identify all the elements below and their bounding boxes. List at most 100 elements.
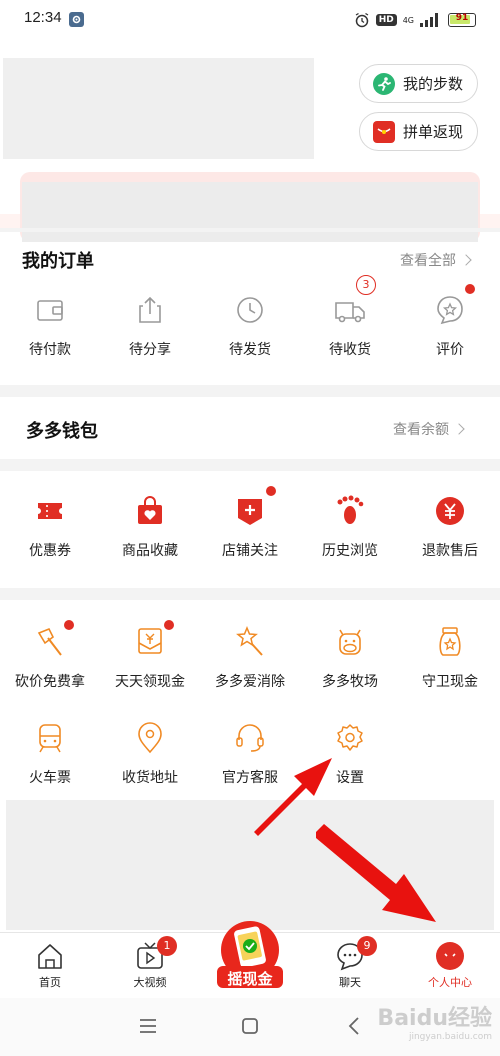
status-bar: 12:34 HD 4G 91	[0, 0, 500, 40]
my-steps-button[interactable]: 我的步数	[359, 64, 478, 103]
service-label: 收货地址	[122, 770, 178, 786]
store-follow-dot	[266, 486, 276, 496]
tab-label: 个人中心	[428, 976, 472, 989]
service-bargain[interactable]: 砍价免费拿	[0, 620, 100, 691]
tab-profile[interactable]: 个人中心	[400, 933, 500, 999]
divider	[0, 459, 500, 471]
back-icon[interactable]	[347, 1016, 361, 1036]
pending-receipt-badge: 3	[356, 275, 376, 295]
share-icon	[133, 293, 167, 327]
shake-cash-button[interactable]: 摇现金	[216, 920, 284, 992]
refund-icon	[433, 494, 467, 528]
favorite-bag-icon	[133, 494, 167, 528]
service-match-game[interactable]: 多多爱消除	[200, 625, 300, 691]
view-all-orders-label: 查看全部	[400, 253, 456, 269]
settings-gear-icon	[333, 721, 367, 755]
shortcut-refunds[interactable]: 退款售后	[400, 494, 500, 560]
service-customer-support[interactable]: 官方客服	[200, 721, 300, 787]
profile-info-redacted	[3, 58, 314, 159]
running-icon	[373, 72, 395, 95]
banner-redacted	[6, 800, 494, 930]
shake-cash-label: 摇现金	[227, 970, 273, 988]
video-badge: 1	[157, 936, 177, 956]
daily-cash-dot	[164, 620, 174, 630]
service-label: 多多爱消除	[215, 674, 285, 690]
tab-label: 聊天	[339, 976, 361, 989]
service-label: 火车票	[29, 770, 71, 786]
tab-label: 大视频	[133, 976, 167, 989]
service-label: 砍价免费拿	[15, 674, 85, 690]
service-address[interactable]: 收货地址	[100, 721, 200, 787]
wallet-icon	[33, 293, 67, 327]
chevron-right-icon	[460, 254, 472, 266]
wallet-title: 多多钱包	[26, 421, 98, 442]
my-steps-label: 我的步数	[403, 75, 464, 93]
order-item-label: 评价	[436, 342, 464, 358]
alarm-icon	[355, 12, 369, 28]
shortcut-label: 历史浏览	[322, 543, 378, 559]
status-time: 12:34	[24, 9, 62, 26]
video-icon: 1	[135, 936, 177, 971]
shortcut-favorites[interactable]: 商品收藏	[100, 494, 200, 560]
divider	[0, 588, 500, 600]
service-settings[interactable]: 设置	[300, 721, 400, 787]
status-icons: HD 4G 91	[354, 10, 476, 30]
footprint-icon	[333, 494, 367, 528]
headset-icon	[233, 721, 267, 755]
tab-label: 首页	[39, 976, 61, 989]
tab-chat[interactable]: 9 聊天	[300, 933, 400, 999]
order-item-label: 待收货	[329, 342, 371, 358]
bargain-dot	[64, 620, 74, 630]
chevron-right-icon	[453, 423, 465, 435]
star-wand-icon	[233, 625, 267, 659]
group-refund-label: 拼单返现	[403, 123, 464, 141]
service-train-tickets[interactable]: 火车票	[0, 721, 100, 787]
shortcut-coupons[interactable]: 优惠券	[0, 494, 100, 560]
location-icon	[133, 721, 167, 755]
chat-icon: 9	[335, 936, 377, 971]
service-label: 官方客服	[222, 770, 278, 786]
coupon-icon	[33, 494, 67, 528]
service-label: 守卫现金	[422, 674, 478, 690]
notification-settings-icon	[69, 12, 84, 27]
signal-icon	[420, 13, 438, 27]
service-label: 设置	[336, 770, 364, 786]
home-square-icon[interactable]	[241, 1017, 259, 1035]
money-jar-icon	[433, 625, 467, 659]
service-label: 天天领现金	[115, 674, 185, 690]
order-pending-receipt[interactable]: 3 待收货	[300, 275, 400, 359]
service-ranch[interactable]: 多多牧场	[300, 625, 400, 691]
order-pending-shipment[interactable]: 待发货	[200, 293, 300, 359]
order-pending-payment[interactable]: 待付款	[0, 293, 100, 359]
order-item-label: 待付款	[29, 342, 71, 358]
watermark: Baidu经验 jingyan.baidu.com	[377, 1000, 492, 1042]
review-icon	[433, 284, 475, 327]
review-notification-dot	[465, 284, 475, 294]
shortcut-label: 店铺关注	[222, 543, 278, 559]
view-all-orders-link[interactable]: 查看全部	[400, 250, 472, 270]
order-review[interactable]: 评价	[400, 284, 500, 359]
shortcut-followed-stores[interactable]: 店铺关注	[200, 486, 300, 560]
orders-title: 我的订单	[22, 251, 94, 272]
battery-icon: 91	[448, 13, 476, 27]
store-follow-icon	[233, 486, 276, 528]
view-balance-label: 查看余额	[393, 422, 449, 438]
service-label: 多多牧场	[322, 674, 378, 690]
chat-badge: 9	[357, 936, 377, 956]
tab-home[interactable]: 首页	[0, 933, 100, 999]
clock-icon	[233, 293, 267, 327]
service-daily-cash[interactable]: 天天领现金	[100, 620, 200, 691]
tab-video[interactable]: 1 大视频	[100, 933, 200, 999]
axe-icon	[33, 620, 74, 659]
view-balance-link[interactable]: 查看余额	[393, 419, 465, 439]
battery-level: 91	[455, 13, 469, 23]
service-guard-cash[interactable]: 守卫现金	[400, 625, 500, 691]
group-refund-button[interactable]: 拼单返现	[359, 112, 478, 151]
shortcut-label: 商品收藏	[122, 543, 178, 559]
watermark-text: Baidu经验	[377, 1006, 492, 1031]
order-pending-share[interactable]: 待分享	[100, 293, 200, 359]
train-icon	[33, 721, 67, 755]
menu-icon[interactable]	[139, 1018, 157, 1034]
shortcut-history[interactable]: 历史浏览	[300, 494, 400, 560]
order-item-label: 待发货	[229, 342, 271, 358]
